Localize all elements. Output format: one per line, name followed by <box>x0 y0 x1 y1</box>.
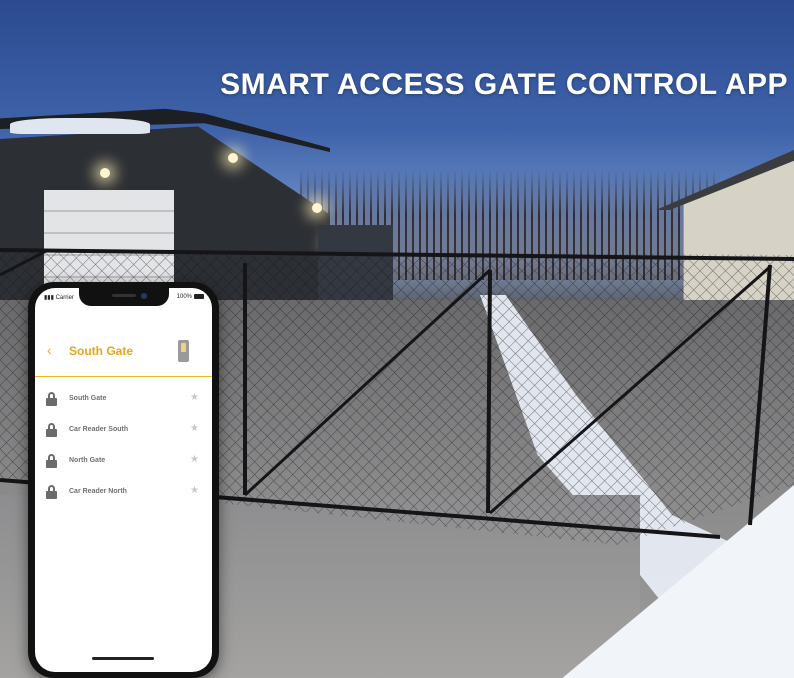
gate-item-north-gate[interactable]: North Gate ★ <box>35 448 212 479</box>
gate-item-south-gate[interactable]: South Gate ★ <box>35 386 212 417</box>
gate-item-car-reader-north[interactable]: Car Reader North ★ <box>35 479 212 510</box>
gate-item-car-reader-south[interactable]: Car Reader South ★ <box>35 417 212 448</box>
star-icon[interactable]: ★ <box>190 392 199 403</box>
lock-icon <box>46 392 57 406</box>
app-header: ‹ South Gate <box>35 332 212 377</box>
lock-icon <box>46 485 57 499</box>
camera-icon <box>141 293 147 299</box>
lock-icon <box>46 454 57 468</box>
wall-light <box>228 153 238 163</box>
headline: SMART ACCESS GATE CONTROL APP <box>220 68 788 101</box>
page-title: South Gate <box>69 344 134 358</box>
gate-label: North Gate <box>69 457 106 464</box>
phone-screen: ▮▮▮ Carrier 100% ‹ South Gate South Gate… <box>35 288 212 672</box>
battery-label: 100% <box>176 294 192 301</box>
keypad-icon[interactable] <box>178 340 189 362</box>
chevron-left-icon[interactable]: ‹ <box>47 342 52 358</box>
roof-snow <box>10 118 150 134</box>
phone-notch <box>79 288 169 306</box>
home-indicator[interactable] <box>92 657 154 660</box>
gate-list: South Gate ★ Car Reader South ★ North Ga… <box>35 386 212 510</box>
star-icon[interactable]: ★ <box>190 485 199 496</box>
signal-icon: ▮▮▮ <box>44 295 54 301</box>
gate-label: South Gate <box>69 395 107 402</box>
phone-mockup: ▮▮▮ Carrier 100% ‹ South Gate South Gate… <box>28 282 219 678</box>
gate-label: Car Reader North <box>69 488 127 495</box>
speaker-icon <box>112 294 136 297</box>
battery-icon <box>194 294 204 299</box>
lock-icon <box>46 423 57 437</box>
wall-light <box>100 168 110 178</box>
carrier-label: Carrier <box>55 295 74 301</box>
status-battery: 100% <box>177 294 204 300</box>
star-icon[interactable]: ★ <box>190 423 199 434</box>
star-icon[interactable]: ★ <box>190 454 199 465</box>
wall-light <box>312 203 322 213</box>
status-carrier: ▮▮▮ Carrier <box>44 294 74 301</box>
gate-label: Car Reader South <box>69 426 129 433</box>
